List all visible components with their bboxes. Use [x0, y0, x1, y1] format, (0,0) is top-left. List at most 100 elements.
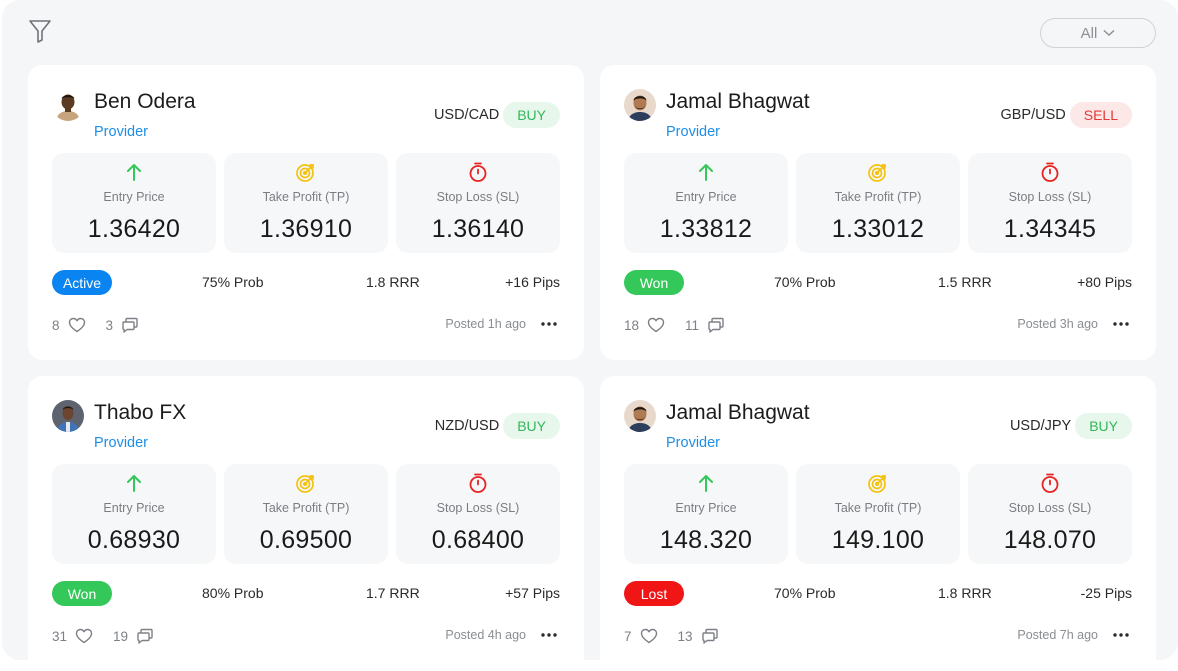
avatar[interactable] [624, 89, 656, 121]
take-profit-value: 0.69500 [259, 526, 353, 554]
heart-icon[interactable] [68, 316, 86, 334]
signal-card[interactable]: Jamal Bhagwat Provider USD/JPY BUY Entry… [600, 376, 1156, 671]
avatar[interactable] [52, 400, 84, 432]
pips-result: +80 Pips [1077, 274, 1132, 290]
comment-count: 3 [105, 317, 114, 333]
target-icon [868, 475, 886, 493]
side-badge: SELL [1069, 102, 1132, 128]
take-profit-box: Take Profit (TP) 1.36910 [224, 153, 388, 253]
comment-icon[interactable] [701, 627, 719, 645]
entry-price-box: Entry Price 1.36420 [52, 153, 216, 253]
posted-time: Posted 1h ago [445, 317, 526, 331]
more-options-icon[interactable] [540, 315, 558, 333]
posted-time: Posted 4h ago [445, 628, 526, 642]
provider-name[interactable]: Ben Odera [94, 90, 196, 114]
comment-icon[interactable] [707, 316, 725, 334]
take-profit-label: Take Profit (TP) [834, 501, 922, 515]
provider-role: Provider [666, 435, 720, 451]
stop-loss-value: 1.34345 [1003, 215, 1097, 243]
stopwatch-icon [1041, 162, 1059, 182]
arrow-up-icon [127, 164, 141, 181]
provider-name[interactable]: Jamal Bhagwat [666, 90, 810, 114]
status-badge: Lost [624, 581, 684, 606]
like-count: 31 [52, 628, 68, 644]
engagement-bar: 31 19 [52, 626, 154, 646]
chevron-down-icon [1103, 29, 1115, 37]
status-badge: Active [52, 270, 112, 295]
entry-price-label: Entry Price [675, 501, 737, 515]
comment-icon[interactable] [136, 627, 154, 645]
stop-loss-label: Stop Loss (SL) [1008, 501, 1092, 515]
pair-group: USD/JPY BUY [1010, 413, 1132, 439]
entry-price-value: 0.68930 [87, 526, 181, 554]
currency-pair: GBP/USD [1000, 107, 1066, 123]
stop-loss-label: Stop Loss (SL) [1008, 190, 1092, 204]
stop-loss-value: 1.36140 [431, 215, 525, 243]
filter-dropdown[interactable]: All [1040, 18, 1156, 48]
provider-role: Provider [666, 124, 720, 140]
signals-panel: All Ben Odera Provider USD/CAD BUY Entry… [2, 0, 1178, 671]
entry-price-label: Entry Price [103, 190, 165, 204]
comment-count: 19 [113, 628, 129, 644]
stop-loss-box: Stop Loss (SL) 0.68400 [396, 464, 560, 564]
stop-loss-box: Stop Loss (SL) 1.34345 [968, 153, 1132, 253]
more-options-icon[interactable] [1112, 626, 1130, 644]
take-profit-value: 1.36910 [259, 215, 353, 243]
arrow-up-icon [699, 164, 713, 181]
entry-price-label: Entry Price [103, 501, 165, 515]
pips-result: +16 Pips [505, 274, 560, 290]
filter-dropdown-label: All [1080, 24, 1098, 42]
more-options-icon[interactable] [540, 626, 558, 644]
stopwatch-icon [469, 162, 487, 182]
filter-icon[interactable] [28, 18, 52, 44]
stop-loss-value: 0.68400 [431, 526, 525, 554]
stop-loss-box: Stop Loss (SL) 1.36140 [396, 153, 560, 253]
signal-card[interactable]: Jamal Bhagwat Provider GBP/USD SELL Entr… [600, 65, 1156, 360]
pips-result: -25 Pips [1080, 585, 1132, 601]
more-options-icon[interactable] [1112, 315, 1130, 333]
like-count: 7 [624, 628, 632, 644]
arrow-up-icon [699, 475, 713, 492]
side-badge: BUY [503, 413, 560, 439]
pips-result: +57 Pips [505, 585, 560, 601]
risk-reward-ratio: 1.8 RRR [366, 274, 420, 290]
posted-time: Posted 3h ago [1017, 317, 1098, 331]
arrow-up-icon [127, 475, 141, 492]
comment-icon[interactable] [121, 316, 139, 334]
comment-count: 11 [685, 317, 700, 333]
probability: 70% Prob [774, 274, 836, 290]
take-profit-value: 149.100 [831, 526, 925, 554]
stop-loss-value: 148.070 [1003, 526, 1097, 554]
take-profit-box: Take Profit (TP) 0.69500 [224, 464, 388, 564]
posted-time: Posted 7h ago [1017, 628, 1098, 642]
engagement-bar: 18 11 [624, 315, 725, 335]
entry-price-label: Entry Price [675, 190, 737, 204]
avatar[interactable] [624, 400, 656, 432]
signal-card[interactable]: Ben Odera Provider USD/CAD BUY Entry Pri… [28, 65, 584, 360]
comment-count: 13 [677, 628, 693, 644]
status-badge: Won [624, 270, 684, 295]
probability: 70% Prob [774, 585, 836, 601]
stop-loss-box: Stop Loss (SL) 148.070 [968, 464, 1132, 564]
engagement-bar: 7 13 [624, 626, 719, 646]
entry-price-value: 1.33812 [659, 215, 753, 243]
pair-group: USD/CAD BUY [434, 102, 560, 128]
entry-price-box: Entry Price 1.33812 [624, 153, 788, 253]
heart-icon[interactable] [75, 627, 93, 645]
provider-name[interactable]: Jamal Bhagwat [666, 401, 810, 425]
probability: 80% Prob [202, 585, 264, 601]
like-count: 8 [52, 317, 60, 333]
currency-pair: USD/CAD [433, 107, 500, 123]
heart-icon[interactable] [640, 627, 658, 645]
heart-icon[interactable] [647, 316, 665, 334]
target-icon [868, 164, 886, 182]
avatar[interactable] [52, 89, 84, 121]
take-profit-label: Take Profit (TP) [834, 190, 922, 204]
signal-card[interactable]: Thabo FX Provider NZD/USD BUY Entry Pric… [28, 376, 584, 671]
risk-reward-ratio: 1.8 RRR [938, 585, 992, 601]
take-profit-value: 1.33012 [831, 215, 925, 243]
risk-reward-ratio: 1.5 RRR [938, 274, 992, 290]
like-count: 18 [624, 317, 640, 333]
stop-loss-label: Stop Loss (SL) [436, 501, 520, 515]
provider-name[interactable]: Thabo FX [94, 401, 186, 425]
